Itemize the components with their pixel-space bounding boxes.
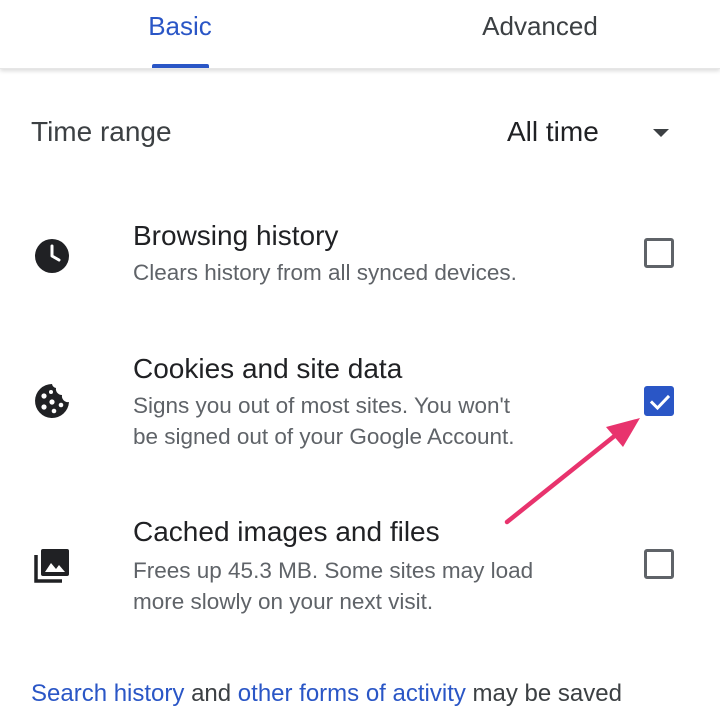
- cookies-site-data-description-line1: Signs you out of most sites. You won't: [133, 393, 511, 418]
- cookie-icon: [35, 384, 69, 418]
- clock-icon: [35, 239, 69, 273]
- browsing-history-checkbox[interactable]: [644, 238, 674, 268]
- cached-images-files-option[interactable]: Cached images and files Frees up 45.3 MB…: [0, 506, 720, 626]
- footer-text-saved: may be saved: [465, 680, 622, 707]
- cookies-site-data-description-line2: be signed out of your Google Account.: [133, 424, 515, 449]
- checkmark-icon: [649, 394, 671, 411]
- cached-images-files-description-line1: Frees up 45.3 MB. Some sites may load: [133, 558, 534, 583]
- browsing-history-description: Clears history from all synced devices.: [133, 260, 517, 285]
- browsing-history-title: Browsing history: [133, 220, 339, 251]
- dropdown-arrow-icon: [653, 129, 669, 137]
- footer-text-and: and: [184, 680, 238, 707]
- cached-images-files-checkbox[interactable]: [644, 549, 674, 579]
- cached-images-files-description-line2: more slowly on your next visit.: [133, 589, 434, 614]
- image-icon: [34, 549, 69, 583]
- time-range-value: All time: [507, 116, 599, 147]
- time-range-label: Time range: [31, 116, 172, 147]
- footer-text: Search history and other forms of activi…: [31, 676, 622, 712]
- tab-advanced[interactable]: Advanced: [360, 0, 720, 68]
- tab-bar: Basic Advanced: [0, 0, 720, 69]
- tab-advanced-label: Advanced: [482, 11, 598, 41]
- clear-browsing-data-screen: Basic Advanced Time range All time Brows…: [0, 0, 720, 720]
- time-range-dropdown[interactable]: All time: [500, 108, 680, 158]
- tab-basic-label: Basic: [148, 11, 212, 41]
- cookies-site-data-title: Cookies and site data: [133, 353, 403, 384]
- cookies-site-data-option[interactable]: Cookies and site data Signs you out of m…: [0, 343, 720, 463]
- other-forms-of-activity-link[interactable]: other forms of activity: [238, 680, 466, 707]
- browsing-history-option[interactable]: Browsing history Clears history from all…: [0, 210, 720, 300]
- cached-images-files-title: Cached images and files: [133, 516, 440, 547]
- selected-tab-indicator: [152, 64, 209, 68]
- search-history-link[interactable]: Search history: [31, 680, 184, 707]
- tab-basic[interactable]: Basic: [0, 0, 360, 68]
- cookies-site-data-checkbox[interactable]: [644, 386, 674, 416]
